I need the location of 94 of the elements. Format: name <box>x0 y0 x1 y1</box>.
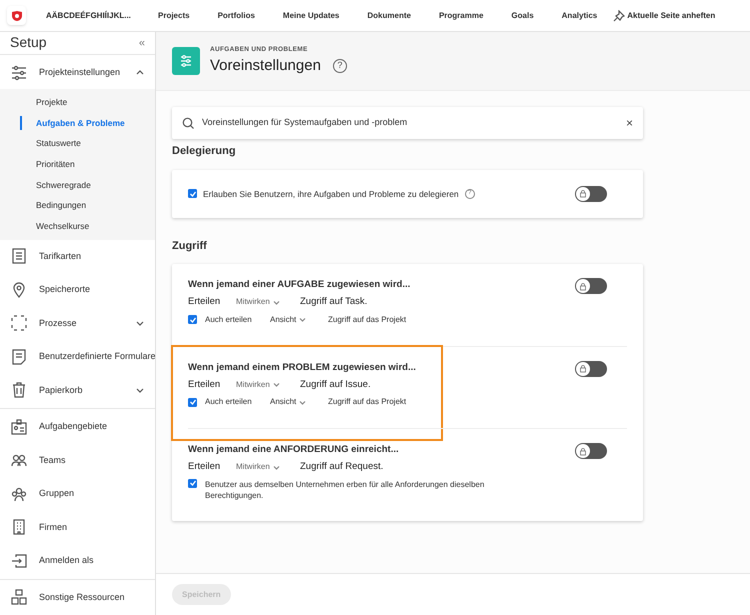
sidebar-subitem[interactable]: Schweregrade <box>0 174 155 196</box>
sidebar-item[interactable]: Tarifkarten <box>0 240 155 273</box>
nav-link[interactable]: Dokumente <box>367 10 411 22</box>
dropdown[interactable]: Mitwirken <box>236 378 300 391</box>
form-icon <box>11 348 27 365</box>
nav-link[interactable]: Analytics <box>562 10 598 22</box>
checkbox[interactable] <box>188 398 197 406</box>
chevron-down-icon <box>272 464 280 470</box>
access-label: Zugriff auf Request. <box>300 460 384 474</box>
search-field[interactable]: Voreinstellungen für Systemaufgaben und -problem × <box>172 107 643 139</box>
id-badge-icon <box>11 418 27 435</box>
grant-label: Erteilen <box>188 378 222 392</box>
section-heading: Delegierung <box>172 144 237 159</box>
checkmark-icon <box>188 479 196 487</box>
grant-label: Erteilen <box>188 295 222 310</box>
checkmark-icon <box>188 190 196 198</box>
dropdown[interactable]: Mitwirken <box>236 461 300 474</box>
app-logo[interactable] <box>7 6 26 25</box>
sidebar-item[interactable]: Anmelden als <box>0 544 155 578</box>
sidebar-subitem[interactable]: Wechselkurse <box>0 216 155 236</box>
checkbox[interactable] <box>188 189 197 198</box>
sidebar-subitem[interactable]: Bedingungen <box>0 195 155 216</box>
toggle-switch[interactable] <box>575 443 607 459</box>
lock-icon <box>579 189 587 198</box>
sidebar-item[interactable]: Firmen <box>0 510 155 544</box>
checkbox[interactable] <box>188 315 197 324</box>
sidebar-title: Setup <box>10 33 47 52</box>
sidebar-item[interactable]: Teams <box>0 444 155 477</box>
access-label: Zugriff auf das Projekt <box>328 314 406 326</box>
checkbox-label: Benutzer aus demselben Unternehmen erben für alle Anforderungen dieselben Berechtigungen. <box>205 478 486 500</box>
checkbox-label: Auch erteilen <box>205 314 253 326</box>
access-label: Zugriff auf Task. <box>300 295 368 310</box>
list-card-icon <box>11 248 27 264</box>
sidebar-subitem[interactable]: Aufgaben & Probleme <box>0 112 155 134</box>
boxes-icon <box>11 589 27 606</box>
access-label: Zugriff auf das Projekt <box>328 396 406 408</box>
lock-icon <box>579 364 587 373</box>
access-label: Zugriff auf Issue. <box>300 378 371 392</box>
sidebar-item[interactable]: Speicherorte <box>0 273 155 306</box>
rule-title: Wenn jemand einer AUFGABE zugewiesen wird... <box>188 278 410 292</box>
group-icon <box>11 486 27 502</box>
nav-link[interactable]: Meine Updates <box>282 10 340 22</box>
sidebar-subitem[interactable]: Projekte <box>0 92 155 113</box>
sliders-icon <box>179 54 193 68</box>
nav-link[interactable]: Projects <box>158 10 190 22</box>
sidebar-item[interactable]: Prozesse <box>0 306 155 340</box>
shield-logo-icon <box>10 10 22 22</box>
selection-indicator <box>20 116 22 130</box>
sidebar-item[interactable]: Benutzerdefinierte Formulare <box>0 340 155 374</box>
dropdown[interactable]: Mitwirken <box>236 296 300 308</box>
section-heading: Zugriff <box>172 238 208 254</box>
sliders-icon <box>11 64 27 81</box>
sidebar-item[interactable]: Projekteinstellungen <box>0 56 155 90</box>
pin-page-link[interactable]: Aktuelle Seite anheften <box>613 10 716 22</box>
people-icon <box>11 452 27 468</box>
checkbox-label: Erlauben Sie Benutzern, ihre Aufgaben und Probleme zu delegieren <box>203 188 459 200</box>
login-icon <box>11 552 27 569</box>
pushpin-icon <box>613 10 626 22</box>
location-pin-icon <box>11 282 27 298</box>
collapse-button[interactable]: « <box>138 34 145 52</box>
sidebar-subitem[interactable]: Statuswerte <box>0 134 155 154</box>
sidebar-item[interactable]: Papierkorb <box>0 374 155 407</box>
grant-label: Erteilen <box>188 460 222 474</box>
account-name[interactable]: AÄBCDEÉFGHIÍIJKL... <box>46 10 138 22</box>
help-button[interactable]: ? <box>332 58 347 73</box>
page-title: Voreinstellungen <box>210 56 321 76</box>
sidebar-item[interactable]: Gruppen <box>0 477 155 510</box>
checkbox-label: Auch erteilen <box>205 396 253 408</box>
toggle-switch[interactable] <box>575 186 607 202</box>
toggle-switch[interactable] <box>575 360 607 376</box>
sidebar-item[interactable]: Aufgabengebiete <box>0 410 155 444</box>
rule-title: Wenn jemand eine ANFORDERUNG einreicht... <box>188 443 400 457</box>
checkmark-icon <box>188 398 196 406</box>
sidebar-item[interactable]: Sonstige Ressourcen <box>0 580 155 614</box>
checkbox[interactable] <box>188 478 197 488</box>
chevron-down-icon <box>299 317 306 322</box>
chevron-down-icon <box>272 382 280 388</box>
sidebar-subitem[interactable]: Prioritäten <box>0 154 155 175</box>
nav-link[interactable]: Goals <box>511 10 534 22</box>
checkmark-icon <box>188 316 196 324</box>
lock-icon <box>579 282 587 290</box>
chevron-down-icon <box>272 300 280 305</box>
dropdown[interactable]: Ansicht <box>270 396 328 408</box>
search-icon <box>182 117 194 129</box>
clear-button[interactable]: × <box>626 114 633 132</box>
nav-link[interactable]: Portfolios <box>218 10 255 22</box>
toggle-switch[interactable] <box>575 278 607 294</box>
building-icon <box>11 519 27 536</box>
rule-title: Wenn jemand einem PROBLEM zugewiesen wird... <box>188 360 416 374</box>
chevron-down-icon <box>299 400 306 404</box>
nav-link[interactable]: Programme <box>438 10 484 22</box>
trash-icon <box>11 382 27 398</box>
dropdown[interactable]: Ansicht <box>270 314 328 326</box>
lock-icon <box>579 446 587 456</box>
